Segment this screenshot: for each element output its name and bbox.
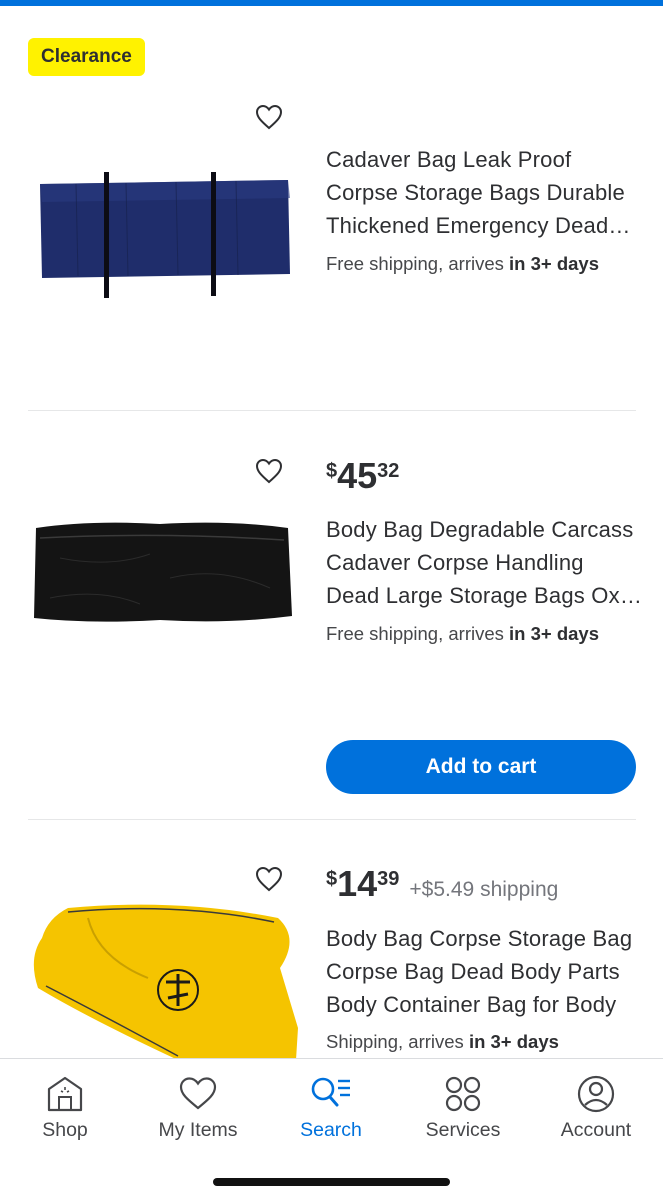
nav-search[interactable]: Search	[271, 1075, 391, 1142]
nav-label: Account	[560, 1119, 632, 1141]
product-title[interactable]: Body Bag Degradable Carcass Cadaver Corp…	[326, 513, 641, 612]
top-accent-bar	[0, 0, 663, 6]
nav-label: Shop	[42, 1119, 88, 1141]
shipping-info: Free shipping, arrives in 3+ days	[326, 253, 599, 275]
nav-my-items[interactable]: My Items	[138, 1075, 258, 1142]
title-line: Dead Large Storage Bags Ox…	[326, 583, 641, 608]
store-icon	[47, 1076, 83, 1112]
title-line: Corpse Bag Dead Body Parts	[326, 959, 620, 984]
price-dollars: 45	[337, 455, 378, 496]
nav-shop[interactable]: Shop	[5, 1075, 125, 1142]
divider	[28, 819, 636, 820]
shipping-fee: +$5.49 shipping	[409, 878, 559, 901]
shipping-text: Free shipping, arrives	[326, 253, 510, 274]
product-image-navy-bag[interactable]	[36, 168, 294, 300]
nav-account[interactable]: Account	[536, 1075, 656, 1142]
product-image-black-bag[interactable]	[30, 518, 294, 628]
nav-label: Services	[425, 1119, 501, 1141]
title-line: Body Bag Degradable Carcass	[326, 517, 634, 542]
price-dollars: 14	[337, 863, 378, 904]
shipping-text: Free shipping, arrives	[326, 623, 510, 644]
shipping-info: Free shipping, arrives in 3+ days	[326, 623, 599, 645]
shipping-text: Shipping, arrives	[326, 1031, 469, 1052]
shipping-days: in 3+ days	[509, 253, 600, 274]
title-line: Corpse Storage Bags Durable	[326, 180, 625, 205]
title-line: Body Container Bag for Body	[326, 992, 617, 1017]
divider	[28, 410, 636, 411]
home-indicator[interactable]	[213, 1178, 450, 1186]
services-icon	[445, 1076, 481, 1112]
price-currency: $	[326, 460, 338, 482]
title-line: Body Bag Corpse Storage Bag	[326, 926, 633, 951]
heart-icon	[179, 1077, 217, 1110]
title-line: Thickened Emergency Dead…	[326, 213, 631, 238]
search-list-icon	[311, 1077, 350, 1107]
nav-label: My Items	[158, 1119, 238, 1141]
price-cents: 32	[377, 460, 400, 482]
shipping-days: in 3+ days	[468, 1031, 559, 1052]
product-image-yellow-bag[interactable]	[28, 898, 300, 1060]
product-title[interactable]: Body Bag Corpse Storage Bag Corpse Bag D…	[326, 922, 641, 1021]
shipping-days: in 3+ days	[509, 623, 600, 644]
favorite-heart-icon[interactable]	[255, 866, 283, 892]
add-to-cart-button[interactable]: Add to cart	[326, 740, 636, 794]
clearance-badge: Clearance	[28, 38, 145, 76]
product-price: $ 45 32	[326, 456, 399, 496]
price-currency: $	[326, 868, 338, 890]
favorite-heart-icon[interactable]	[255, 104, 283, 130]
nav-label: Search	[300, 1119, 362, 1141]
favorite-heart-icon[interactable]	[255, 458, 283, 484]
shipping-info: Shipping, arrives in 3+ days	[326, 1031, 559, 1053]
title-line: Cadaver Bag Leak Proof	[326, 147, 572, 172]
price-cents: 39	[377, 868, 400, 890]
account-icon	[577, 1075, 615, 1113]
product-price: $ 14 39 +$5.49 shipping	[326, 864, 558, 904]
product-title[interactable]: Cadaver Bag Leak Proof Corpse Storage Ba…	[326, 143, 641, 242]
title-line: Cadaver Corpse Handling	[326, 550, 584, 575]
nav-services[interactable]: Services	[403, 1075, 523, 1142]
